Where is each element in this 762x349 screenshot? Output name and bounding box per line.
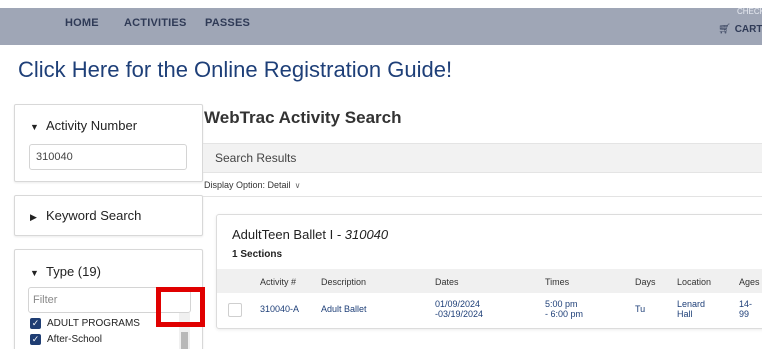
table-header: Activity # Description Dates Times Days … — [217, 269, 762, 293]
table-row: 310040-A Adult Ballet 01/09/2024 -03/19/2… — [217, 293, 762, 329]
top-nav-bar: HOME ACTIVITIES PASSES CHECKOUT 🛒︎CART — [0, 0, 762, 45]
days-cell: Tu — [635, 304, 646, 314]
nav-home-link[interactable]: HOME — [65, 17, 99, 29]
keyword-search-toggle[interactable]: ▶ Keyword Search — [30, 208, 141, 223]
activity-title[interactable]: AdultTeen Ballet I - 310040 — [232, 227, 388, 242]
row-select-checkbox[interactable] — [228, 303, 242, 317]
column-header-times: Times — [545, 277, 570, 287]
column-header-ages: Ages — [739, 277, 760, 287]
cart-label: CART — [734, 24, 762, 35]
type-item-label: ADULT PROGRAMS — [47, 318, 140, 329]
search-results-header: Search Results — [203, 143, 762, 173]
nav-activities-link[interactable]: ACTIVITIES — [124, 17, 187, 29]
ages-line-1: 14- — [739, 299, 753, 309]
location-cell: Lenard Hall — [677, 299, 705, 319]
keyword-search-panel: ▶ Keyword Search — [14, 195, 203, 236]
activity-number-input[interactable]: 310040 — [29, 144, 187, 170]
checkbox-checked-icon[interactable]: ✓ — [30, 318, 41, 329]
activity-code: 310040 — [344, 227, 389, 242]
type-title: Type (19) — [46, 264, 101, 279]
activity-title-separator: - — [333, 227, 345, 242]
caret-right-icon: ▶ — [30, 212, 37, 222]
search-results-label: Search Results — [215, 151, 297, 165]
basket-icon: 🛒︎ — [718, 24, 731, 35]
activity-number-title: Activity Number — [46, 118, 138, 133]
type-list-scroll-thumb[interactable] — [181, 332, 188, 349]
chevron-down-icon: ∨ — [294, 181, 301, 190]
sections-count: 1 Sections — [232, 249, 283, 260]
activity-number-panel: ▼ Activity Number 310040 — [14, 104, 203, 182]
activity-number-toggle[interactable]: ▼ Activity Number — [30, 118, 137, 133]
column-header-location: Location — [677, 277, 712, 287]
keyword-search-title: Keyword Search — [46, 208, 142, 223]
times-start: 5:00 pm — [545, 299, 578, 309]
checkout-link[interactable]: CHECKOUT — [737, 7, 762, 16]
dates-end: -03/19/2024 — [435, 309, 484, 319]
type-toggle[interactable]: ▼ Type (19) — [30, 264, 101, 279]
activity-card: AdultTeen Ballet I - 310040 1 Sections A… — [216, 214, 762, 329]
highlight-box — [156, 287, 205, 327]
top-white-band — [0, 0, 762, 8]
cart-link[interactable]: 🛒︎ CART — [718, 24, 762, 35]
checkbox-checked-icon[interactable]: ✓ — [30, 334, 41, 345]
page-title: WebTrac Activity Search — [204, 108, 402, 127]
activity-name: AdultTeen Ballet I — [232, 227, 334, 242]
registration-guide-link[interactable]: Click Here for the Online Registration G… — [18, 57, 452, 83]
dates-cell: 01/09/2024 -03/19/2024 — [435, 299, 483, 319]
type-item-adult-programs[interactable]: ✓ ADULT PROGRAMS — [30, 318, 140, 329]
dates-start: 01/09/2024 — [435, 299, 481, 309]
ages-cell: 14- 99 — [739, 299, 752, 319]
activity-number-cell[interactable]: 310040-A — [260, 304, 299, 314]
ages-line-2: 99 — [739, 309, 750, 319]
times-cell: 5:00 pm - 6:00 pm — [545, 299, 583, 319]
location-line-2: Hall — [677, 309, 693, 319]
type-item-label: After-School — [47, 334, 103, 345]
description-cell[interactable]: Adult Ballet — [321, 304, 367, 314]
divider — [203, 196, 762, 197]
column-header-activity: Activity # — [260, 277, 297, 287]
display-option-select[interactable]: Display Option: Detail ∨ — [204, 180, 300, 190]
column-header-dates: Dates — [435, 277, 459, 287]
caret-down-icon: ▼ — [30, 122, 39, 132]
caret-down-icon: ▼ — [30, 268, 39, 278]
location-line-1: Lenard — [677, 299, 706, 309]
times-end: - 6:00 pm — [545, 309, 584, 319]
display-option-label: Display Option: — [204, 180, 266, 190]
display-option-value: Detail — [267, 180, 291, 190]
column-header-description: Description — [321, 277, 367, 287]
nav-passes-link[interactable]: PASSES — [205, 17, 250, 29]
column-header-days: Days — [635, 277, 656, 287]
type-item-after-school[interactable]: ✓ After-School — [30, 334, 102, 345]
